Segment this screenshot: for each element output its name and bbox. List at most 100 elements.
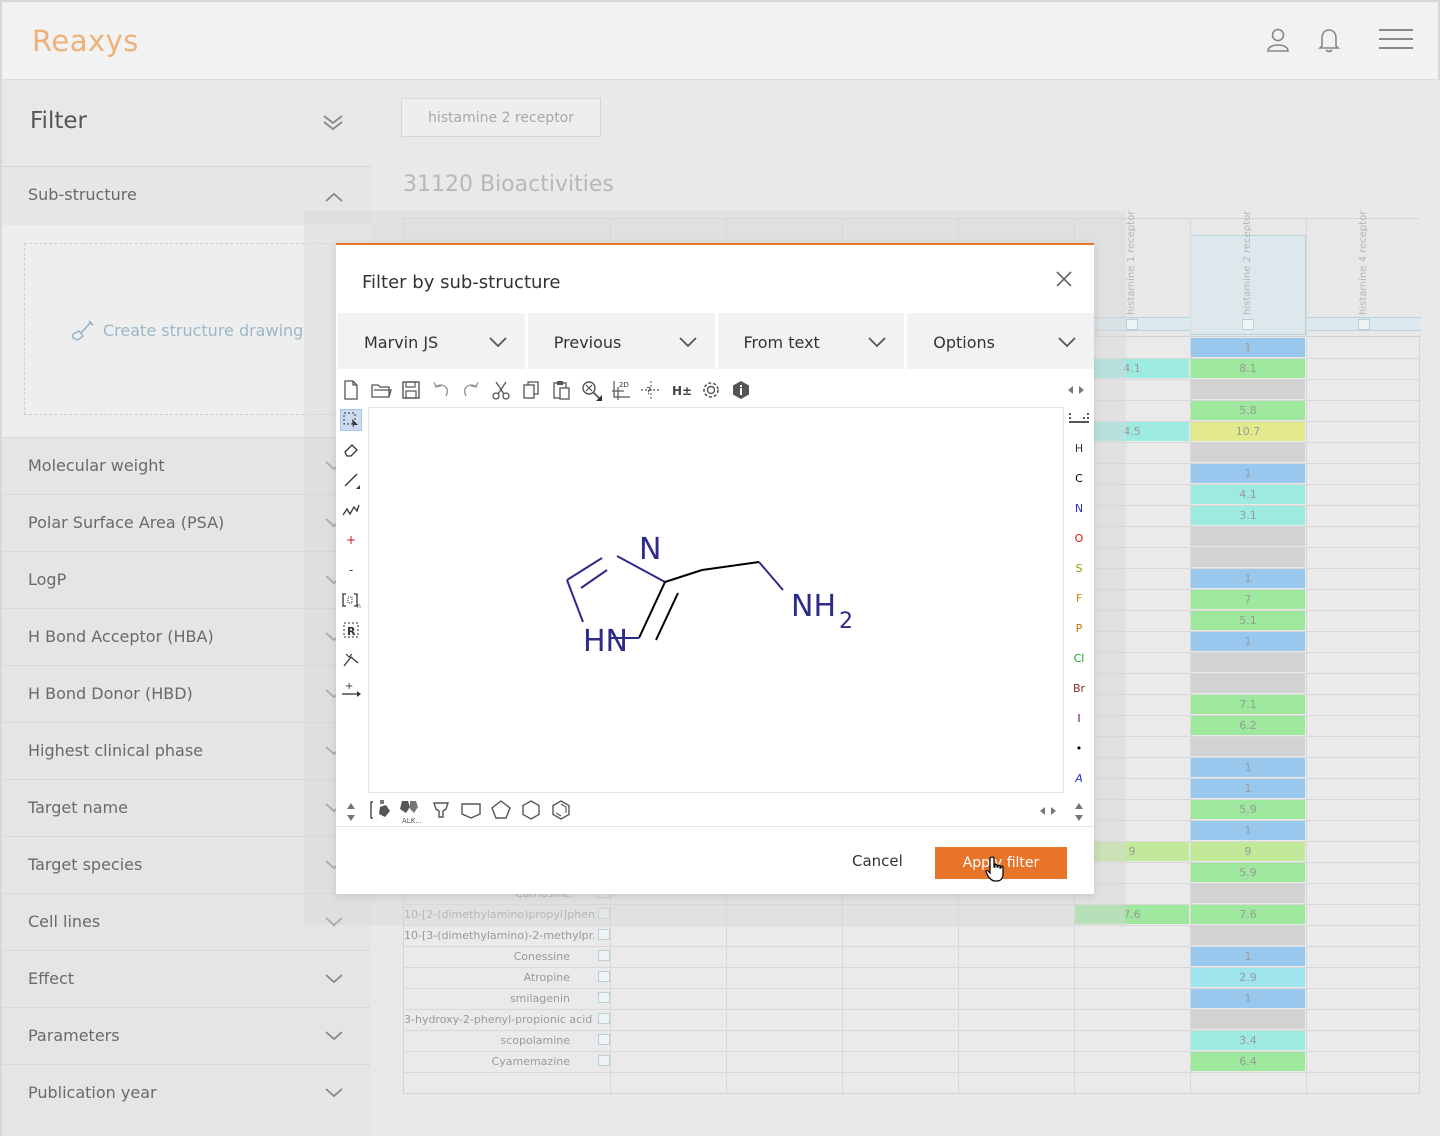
h2-activity-cell[interactable]: 2.9 [1191,968,1305,987]
filter-item[interactable]: Effect [2,950,373,1007]
cyclopropane-icon[interactable] [430,799,452,821]
chain-tool-icon[interactable] [340,499,362,521]
h2-activity-cell[interactable]: 5.1 [1191,611,1305,630]
compound-name[interactable]: smilagenin [404,989,594,1008]
h2-activity-cell[interactable] [1191,653,1305,672]
dropdown-marvin-js[interactable]: Marvin JS [338,313,525,369]
menu-icon[interactable] [1378,26,1414,54]
row-dropdown[interactable] [598,929,610,940]
atom-button[interactable]: H [1066,437,1092,459]
reaction-arrow-icon[interactable]: + [340,679,362,701]
h2-activity-cell[interactable]: 1 [1191,632,1305,651]
cyclobutane-icon[interactable] [460,799,482,821]
cyclopentane-icon[interactable] [490,799,512,821]
h2-activity-cell[interactable]: 1 [1191,464,1305,483]
alkyl-template-button[interactable]: ALK... [398,799,424,827]
info-hexagon-icon[interactable] [730,379,752,401]
atom-button[interactable]: N [1066,497,1092,519]
h2-activity-cell[interactable]: 10.7 [1191,422,1305,441]
h2-activity-cell[interactable]: 7.6 [1191,905,1305,924]
h2-activity-cell[interactable] [1191,527,1305,546]
single-bond-tool-icon[interactable] [340,469,362,491]
scroll-vertical-icon[interactable] [344,801,358,823]
scroll-horizontal-icon[interactable] [1038,803,1058,819]
column-filter-dropdown[interactable] [1242,319,1254,330]
reaction-mapping-icon[interactable] [340,649,362,671]
h2-activity-cell[interactable]: 6.2 [1191,716,1305,735]
compound-name[interactable]: 10-[3-(dimethylamino)-2-methylpr... [404,926,594,945]
atom-button[interactable]: P [1066,617,1092,639]
h2-activity-cell[interactable] [1191,926,1305,945]
compound-name[interactable]: 3-hydroxy-2-phenyl-propionic acid ... [404,1010,594,1029]
cancel-button[interactable]: Cancel [852,852,903,870]
h2-activity-cell[interactable]: 3.1 [1191,506,1305,525]
scroll-horizontal-icon[interactable] [1066,379,1086,401]
save-icon[interactable] [400,379,422,401]
row-dropdown[interactable] [598,1055,610,1066]
h2-activity-cell[interactable]: 1 [1191,779,1305,798]
clean-2d-icon[interactable]: 2D [610,379,632,401]
reaxys-logo[interactable]: Reaxys [32,24,139,58]
increase-charge-icon[interactable]: + [340,529,362,551]
undo-icon[interactable] [430,379,452,401]
copy-icon[interactable] [520,379,542,401]
h2-activity-cell[interactable]: 1 [1191,569,1305,588]
atom-button[interactable]: Cl [1066,647,1092,669]
column-header[interactable]: histamine 4 receptor [1358,211,1372,315]
compound-name[interactable]: Cyamemazine [404,1052,594,1071]
h2-activity-cell[interactable] [1191,380,1305,399]
rectangle-select-tool-icon[interactable] [340,409,362,431]
row-dropdown[interactable] [598,971,610,982]
column-header[interactable]: histamine 1 receptor [1126,211,1140,315]
h2-activity-cell[interactable]: 5.9 [1191,863,1305,882]
h2-activity-cell[interactable]: 1 [1191,338,1305,357]
row-dropdown[interactable] [598,992,610,1003]
h2-activity-cell[interactable]: 1 [1191,947,1305,966]
filter-item[interactable]: Parameters [2,1007,373,1064]
h2-activity-cell[interactable]: 1 [1191,821,1305,840]
atom-button[interactable]: I [1066,707,1092,729]
row-dropdown[interactable] [598,950,610,961]
h2-activity-cell[interactable]: 6.4 [1191,1052,1305,1071]
atom-button[interactable]: A [1066,767,1092,789]
h2-activity-cell[interactable]: 1 [1191,989,1305,1008]
dropdown-from-text[interactable]: From text [717,313,905,369]
settings-gear-icon[interactable] [700,379,722,401]
template-library-icon[interactable] [370,799,392,821]
redo-icon[interactable] [460,379,482,401]
collapse-all-icon[interactable] [322,112,344,132]
atom-button[interactable]: C [1066,467,1092,489]
column-filter-dropdown[interactable] [1358,319,1370,330]
eraser-tool-icon[interactable] [340,439,362,461]
create-structure-drawing-link[interactable]: Create structure drawing [69,318,303,342]
structure-canvas[interactable]: N HN NH 2 [368,407,1064,793]
h2-activity-cell[interactable] [1191,1010,1305,1029]
h2-activity-cell[interactable]: 9 [1191,842,1305,861]
bracket-group-icon[interactable]: n [340,589,362,611]
atom-button[interactable]: F [1066,587,1092,609]
benzene-icon[interactable] [550,799,572,821]
bell-icon[interactable] [1315,26,1343,54]
atom-button[interactable]: O [1066,527,1092,549]
h2-activity-cell[interactable] [1191,884,1305,903]
compound-name[interactable]: Conessine [404,947,594,966]
user-icon[interactable] [1264,26,1292,54]
compound-name[interactable]: scopolamine [404,1031,594,1050]
atom-button[interactable]: Br [1066,677,1092,699]
row-dropdown[interactable] [598,1034,610,1045]
dropdown-options[interactable]: Options [907,313,1094,369]
paste-icon[interactable] [550,379,572,401]
h2-activity-cell[interactable]: 5.9 [1191,800,1305,819]
h2-activity-cell[interactable]: 5.8 [1191,401,1305,420]
filter-header[interactable]: Filter [2,80,373,167]
chevron-up-icon[interactable] [324,191,344,203]
h2-activity-cell[interactable] [1191,737,1305,756]
filter-item[interactable]: Publication year [2,1064,373,1121]
hydrogens-icon[interactable]: H± [670,379,692,401]
compound-name[interactable]: Atropine [404,968,594,987]
periodic-table-icon[interactable] [1068,411,1090,425]
atom-button[interactable]: S [1066,557,1092,579]
zoom-clear-icon[interactable] [580,379,602,401]
cut-icon[interactable] [490,379,512,401]
h2-activity-cell[interactable] [1191,548,1305,567]
